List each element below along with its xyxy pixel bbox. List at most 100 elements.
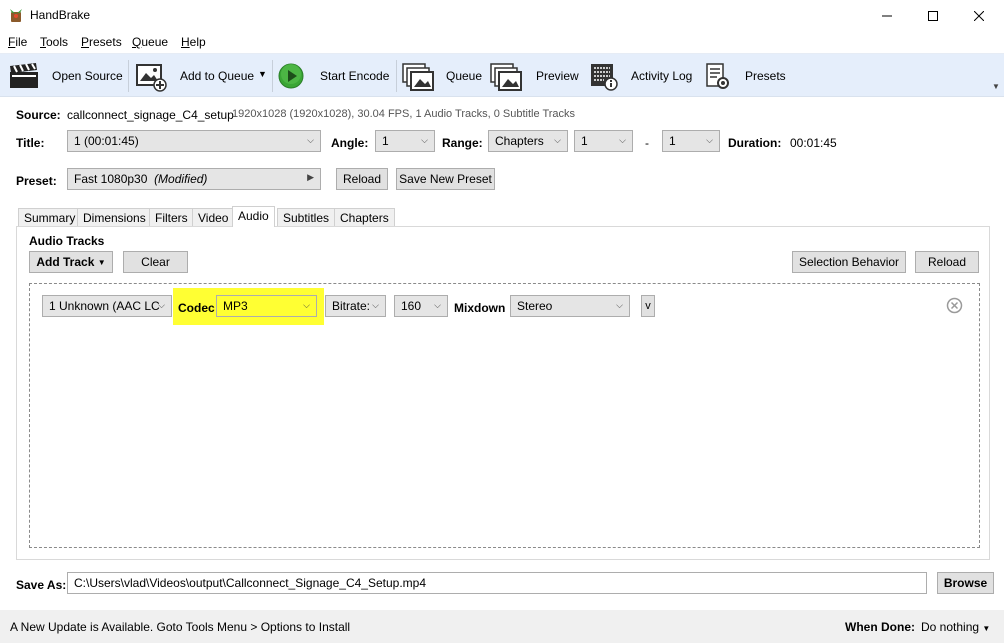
chevron-down-icon: ▼ [982, 624, 991, 633]
bitrate-value: 160 [401, 299, 422, 313]
menu-presets[interactable]: Presets [81, 35, 122, 49]
menu-file[interactable]: File [8, 35, 27, 49]
audio-track-list [29, 283, 980, 548]
track-source-dropdown[interactable]: 1 Unknown (AAC LC ⌵ [42, 295, 172, 317]
title-dropdown[interactable]: 1 (00:01:45) ⌵ [67, 130, 321, 152]
menu-tools[interactable]: Tools [40, 35, 68, 49]
duration-label: Duration: [728, 136, 782, 150]
toolbar-separator [396, 60, 397, 92]
chevron-down-icon: ⌵ [307, 135, 314, 145]
angle-value: 1 [382, 134, 389, 148]
presets-button[interactable]: Presets [745, 69, 786, 83]
track-options-button[interactable]: v [641, 295, 655, 317]
duration-value: 00:01:45 [790, 136, 837, 150]
chevron-right-icon: ▶ [307, 172, 314, 182]
chevron-down-icon[interactable]: ▼ [258, 69, 267, 79]
source-label: Source: [16, 108, 61, 122]
audio-reload-button[interactable]: Reload [915, 251, 979, 273]
update-message[interactable]: A New Update is Available. Goto Tools Me… [10, 620, 350, 634]
save-as-label: Save As: [16, 578, 67, 592]
bitrate-label: Bitrate: [332, 299, 371, 313]
status-bar: A New Update is Available. Goto Tools Me… [0, 610, 1004, 643]
open-source-button[interactable]: Open Source [52, 69, 123, 83]
bitrate-dropdown-label[interactable]: Bitrate: ⌵ [325, 295, 386, 317]
close-button[interactable] [956, 0, 1002, 31]
when-done-label: When Done: [845, 620, 915, 634]
when-done-value: Do nothing [921, 620, 980, 634]
chevron-down-icon: ⌵ [706, 135, 713, 145]
add-track-label: Add Track [36, 255, 95, 269]
preset-reload-button[interactable]: Reload [336, 168, 388, 190]
toolbar-separator [272, 60, 273, 92]
activity-log-icon[interactable] [590, 63, 618, 91]
preset-modified: (Modified) [154, 172, 208, 186]
presets-icon[interactable] [705, 63, 731, 91]
chevron-down-icon: ⌵ [554, 135, 561, 145]
when-done-dropdown[interactable]: Do nothing ▼ [921, 620, 990, 634]
chevron-down-icon: ⌵ [616, 300, 623, 310]
source-info: 1920x1028 (1920x1028), 30.04 FPS, 1 Audi… [232, 108, 576, 120]
chevron-down-icon: ⌵ [619, 135, 626, 145]
tab-chapters[interactable]: Chapters [334, 208, 395, 226]
toolbar-separator [128, 60, 129, 92]
range-end-dropdown[interactable]: 1 ⌵ [662, 130, 720, 152]
activity-log-button[interactable]: Activity Log [631, 69, 692, 83]
clapperboard-icon[interactable] [8, 62, 40, 90]
preset-selector[interactable]: Fast 1080p30 (Modified) ▶ [67, 168, 321, 190]
angle-label: Angle: [331, 136, 369, 150]
tab-filters[interactable]: Filters [149, 208, 194, 226]
tab-audio[interactable]: Audio [232, 206, 275, 227]
preview-icon[interactable] [490, 62, 524, 92]
title-value: 1 (00:01:45) [74, 134, 139, 148]
codec-label: Codec [178, 301, 215, 315]
range-type-dropdown[interactable]: Chapters ⌵ [488, 130, 568, 152]
chevron-down-icon: ⌵ [372, 300, 379, 310]
preview-button[interactable]: Preview [536, 69, 579, 83]
codec-value: MP3 [223, 299, 248, 313]
angle-dropdown[interactable]: 1 ⌵ [375, 130, 435, 152]
maximize-button[interactable] [910, 0, 956, 31]
range-end-value: 1 [669, 134, 676, 148]
mixdown-dropdown[interactable]: Stereo ⌵ [510, 295, 630, 317]
add-to-queue-icon[interactable] [135, 62, 167, 92]
queue-icon[interactable] [402, 62, 436, 92]
range-label: Range: [442, 136, 483, 150]
selection-behavior-button[interactable]: Selection Behavior [792, 251, 906, 273]
toolbar-overflow-icon[interactable]: ▼ [992, 82, 1000, 91]
chevron-down-icon: ⌵ [421, 135, 428, 145]
toolbar: Open Source Add to Queue ▼ Start Encode [0, 53, 1004, 97]
start-encode-button[interactable]: Start Encode [320, 69, 389, 83]
track-source-value: 1 Unknown (AAC LC [49, 299, 160, 313]
add-track-button[interactable]: Add Track ▼ [29, 251, 113, 273]
tab-subtitles[interactable]: Subtitles [277, 208, 336, 226]
chevron-down-icon: ⌵ [158, 300, 165, 310]
minimize-button[interactable] [864, 0, 910, 31]
window-title: HandBrake [30, 8, 91, 22]
tab-summary[interactable]: Summary [18, 208, 82, 226]
chevron-down-icon: ⌵ [303, 300, 310, 310]
codec-dropdown[interactable]: MP3 ⌵ [216, 295, 317, 317]
save-as-input[interactable]: C:\Users\vlad\Videos\output\Callconnect_… [67, 572, 927, 594]
chevron-down-icon: ▼ [97, 257, 106, 267]
play-icon[interactable] [278, 63, 304, 89]
menu-help[interactable]: Help [181, 35, 206, 49]
tab-dimensions[interactable]: Dimensions [77, 208, 152, 226]
menu-queue[interactable]: Queue [132, 35, 168, 49]
remove-track-icon[interactable] [946, 297, 963, 314]
add-to-queue-button[interactable]: Add to Queue [180, 69, 254, 83]
save-new-preset-button[interactable]: Save New Preset [396, 168, 495, 190]
browse-button[interactable]: Browse [937, 572, 994, 594]
range-start-dropdown[interactable]: 1 ⌵ [574, 130, 633, 152]
clear-tracks-button[interactable]: Clear [123, 251, 188, 273]
audio-tracks-heading: Audio Tracks [29, 234, 105, 248]
title-label: Title: [16, 136, 45, 150]
queue-button[interactable]: Queue [446, 69, 482, 83]
menu-bar: File Tools Presets Queue Help [0, 31, 1004, 53]
range-separator: - [645, 136, 649, 150]
tab-video[interactable]: Video [192, 208, 235, 226]
mixdown-value: Stereo [517, 299, 553, 313]
bitrate-dropdown[interactable]: 160 ⌵ [394, 295, 448, 317]
title-bar: HandBrake [0, 0, 1004, 31]
range-start-value: 1 [581, 134, 588, 148]
preset-value: Fast 1080p30 [74, 172, 148, 186]
